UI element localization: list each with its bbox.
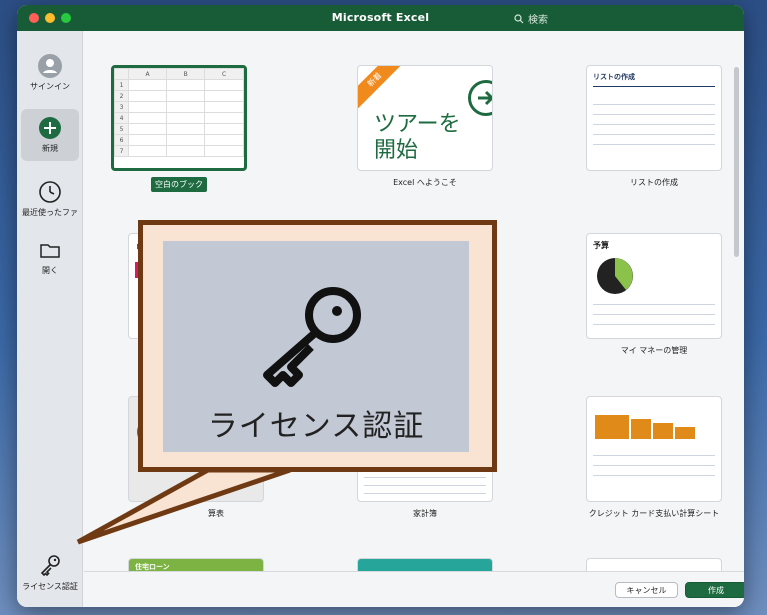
- key-icon: [263, 287, 361, 387]
- template-label: Excel へようこそ: [393, 178, 457, 187]
- sidebar-item-open[interactable]: 開く: [21, 231, 79, 283]
- template-thumbnail[interactable]: 予算: [586, 233, 722, 339]
- bottom-bar: キャンセル 作成: [84, 571, 744, 607]
- sidebar-item-label: 新規: [42, 144, 58, 153]
- plus-icon: [39, 117, 61, 139]
- key-icon: [40, 555, 60, 577]
- column-header: B: [166, 68, 206, 80]
- template-welcome-tour[interactable]: 新着 ツアーを 開始 Excel へようこそ: [357, 65, 493, 188]
- template-create-list[interactable]: リストの作成 リストの作成: [586, 65, 722, 188]
- tour-text-line1: ツアーを: [374, 112, 461, 137]
- template-thumbnail[interactable]: [586, 396, 722, 502]
- arrow-right-icon: [468, 80, 492, 116]
- tour-text-line2: 開始: [374, 138, 419, 163]
- column-header: C: [204, 68, 244, 80]
- template-thumbnail[interactable]: 住宅ローン: [128, 558, 264, 572]
- row-header: 4: [114, 112, 129, 124]
- search-placeholder: 検索: [528, 15, 548, 26]
- row-header: 7: [114, 145, 129, 157]
- sidebar-item-label: サインイン: [30, 82, 70, 91]
- template-thumbnail[interactable]: [586, 558, 722, 572]
- doc-title: 予算: [593, 241, 609, 250]
- template-thumbnail[interactable]: A B C 1 2 3 4 5 6 7: [111, 65, 247, 171]
- scrollbar-thumb[interactable]: [734, 67, 739, 257]
- new-badge: 新着: [358, 66, 406, 111]
- folder-icon: [40, 244, 60, 258]
- zoomed-license-label: ライセンス認証: [207, 409, 425, 444]
- template-thumbnail[interactable]: [357, 558, 493, 572]
- row-header: 3: [114, 101, 129, 113]
- sidebar-item-label: 開く: [42, 266, 58, 275]
- template-thumbnail[interactable]: 新着 ツアーを 開始: [357, 65, 493, 171]
- template-label: 家計簿: [413, 509, 437, 518]
- clock-icon: [39, 181, 61, 203]
- template-mortgage[interactable]: 住宅ローン: [128, 558, 264, 572]
- user-icon: [38, 54, 62, 78]
- sidebar-item-new[interactable]: 新規: [21, 109, 79, 161]
- row-header: 6: [114, 134, 129, 146]
- sidebar-item-label: ライセンス認証: [22, 582, 78, 591]
- template-label: マイ マネーの管理: [620, 346, 688, 355]
- template-money-manager[interactable]: 予算 マイ マネーの管理: [586, 233, 722, 356]
- row-header: 2: [114, 90, 129, 102]
- template-row4-middle[interactable]: [357, 558, 493, 572]
- sidebar-item-license[interactable]: ライセンス認証: [21, 547, 79, 599]
- template-label: クレジット カード支払い計算シート: [588, 509, 720, 518]
- sheet-grid: A B C 1 2 3 4 5 6 7: [114, 68, 244, 157]
- row-header: 1: [114, 79, 129, 91]
- search-icon: [514, 14, 524, 24]
- zoomed-license-item: ライセンス認証: [163, 241, 469, 452]
- sidebar-item-label: 最近使ったファ: [22, 208, 78, 217]
- template-label: 空白のブック: [151, 177, 207, 192]
- template-label: 算表: [208, 509, 224, 518]
- cancel-button[interactable]: キャンセル: [615, 582, 678, 598]
- template-blank-workbook[interactable]: A B C 1 2 3 4 5 6 7 空白のブック: [111, 65, 247, 192]
- doc-title: リストの作成: [593, 73, 635, 81]
- create-button[interactable]: 作成: [685, 582, 744, 598]
- row-header: 5: [114, 123, 129, 135]
- template-row4-right[interactable]: [586, 558, 722, 572]
- title-bar: Microsoft Excel 検索: [17, 5, 744, 31]
- search-field[interactable]: 検索: [514, 11, 548, 26]
- sidebar-item-signin[interactable]: サインイン: [21, 47, 79, 99]
- tour-text: ツアーを 開始: [374, 112, 461, 164]
- template-thumbnail[interactable]: リストの作成: [586, 65, 722, 171]
- pie-chart-icon: [597, 258, 633, 294]
- app-title: Microsoft Excel: [331, 11, 430, 24]
- sidebar: サインイン 新規 最近使ったファ 開く ライセンス認証: [17, 31, 83, 607]
- column-header: A: [127, 68, 168, 80]
- template-credit-card-calc[interactable]: クレジット カード支払い計算シート: [586, 396, 722, 519]
- sidebar-item-recent[interactable]: 最近使ったファ: [21, 173, 79, 225]
- template-label: リストの作成: [630, 178, 678, 187]
